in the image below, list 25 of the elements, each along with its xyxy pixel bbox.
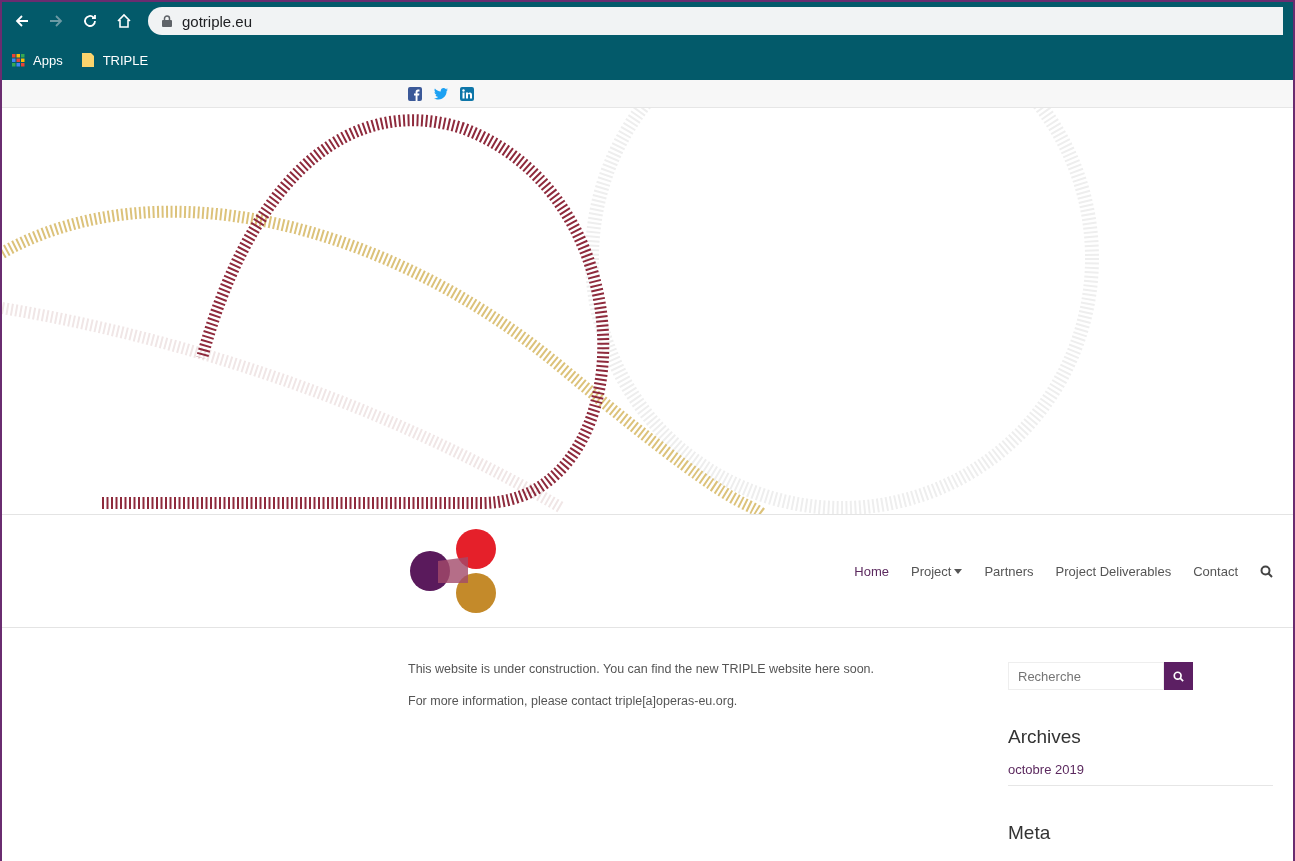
nav-link[interactable]: Contact	[1193, 563, 1238, 579]
linkedin-icon[interactable]	[460, 86, 474, 101]
widget-title: Meta	[1008, 822, 1052, 844]
nav-link[interactable]: Partners	[984, 563, 1034, 579]
lock-icon	[162, 15, 172, 27]
archive-link[interactable]: octobre 2019	[1008, 762, 1273, 786]
search-icon[interactable]	[1260, 564, 1273, 578]
widget-title: Archives	[1008, 726, 1082, 748]
url-text: gotriple.eu	[182, 12, 253, 30]
folder-icon	[80, 52, 95, 68]
search-field[interactable]: Recherche	[1008, 662, 1164, 690]
facebook-icon[interactable]	[408, 86, 422, 101]
search-button[interactable]	[1164, 662, 1193, 690]
paragraph: For more information, please contact triple[a]operas-eu.org.	[408, 694, 739, 708]
address-bar[interactable]: gotriple.eu	[148, 7, 1283, 35]
paragraph: This website is under construction. You can find the new TRIPLE website here soon.	[408, 662, 875, 676]
bookmark-link[interactable]: Apps	[33, 52, 63, 68]
search-icon	[1173, 670, 1184, 682]
bookmark-link[interactable]: TRIPLE	[102, 52, 149, 68]
nav-link[interactable]: Home	[854, 563, 889, 579]
nav-link[interactable]: Project Deliverables	[1055, 563, 1172, 579]
apps-grid-icon	[12, 53, 25, 67]
nav-link[interactable]: Project	[910, 563, 963, 579]
caret-icon	[954, 568, 963, 574]
twitter-icon[interactable]	[434, 87, 448, 100]
